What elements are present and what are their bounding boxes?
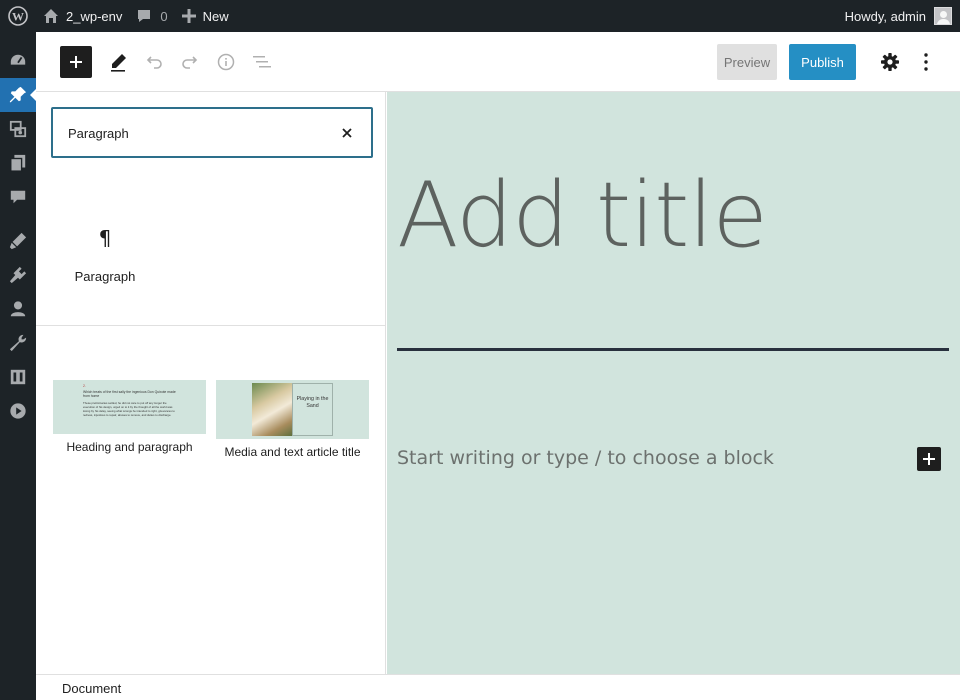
redo-icon	[182, 56, 198, 69]
avatar	[934, 7, 952, 25]
preview-title: Playing in the Sand	[296, 396, 329, 409]
details-button[interactable]	[212, 48, 240, 76]
new-label: New	[202, 8, 229, 24]
block-item-paragraph[interactable]: ¶ Paragraph	[64, 224, 146, 296]
undo-icon	[146, 56, 162, 69]
preview-button[interactable]: Preview	[717, 44, 777, 80]
pattern-label: Media and text article title	[224, 445, 361, 459]
comment-bubble-icon	[136, 8, 152, 24]
pattern-label: Heading and paragraph	[66, 440, 193, 454]
pencil-icon	[111, 54, 126, 72]
site-name-link[interactable]: 2_wp-env	[36, 0, 129, 32]
editor-toolbar: Preview Publish	[36, 32, 960, 92]
home-icon	[43, 8, 59, 24]
plugins-icon[interactable]	[0, 258, 36, 292]
list-view-icon	[253, 56, 271, 68]
inserter-search-input[interactable]	[68, 123, 318, 143]
plus-icon	[923, 453, 935, 465]
appearance-icon[interactable]	[0, 224, 36, 258]
my-account-link[interactable]: Howdy, admin	[838, 0, 960, 32]
settings-icon[interactable]	[0, 360, 36, 394]
greeting-text: Howdy, admin	[844, 8, 926, 24]
admin-menu	[0, 32, 36, 700]
preview-body: These preliminaries settled, he did not …	[83, 400, 175, 417]
publish-button[interactable]: Publish	[789, 44, 856, 80]
new-content-link[interactable]: New	[175, 0, 236, 32]
svg-text:W: W	[12, 10, 24, 24]
redo-button[interactable]	[176, 48, 204, 76]
plus-icon	[181, 9, 196, 23]
post-title-input[interactable]: Add title	[397, 164, 768, 268]
gear-icon	[881, 53, 899, 71]
tools-icon[interactable]	[0, 326, 36, 360]
more-vertical-icon	[924, 53, 928, 71]
preview-image	[252, 383, 292, 436]
default-block-appender[interactable]: Start writing or type / to choose a bloc…	[397, 447, 774, 469]
pattern-preview: 2. Which treats of the first sally the i…	[53, 380, 206, 434]
title-separator	[397, 348, 949, 351]
dashboard-icon[interactable]	[0, 44, 36, 78]
pattern-heading-and-paragraph[interactable]: 2. Which treats of the first sally the i…	[53, 380, 206, 454]
comments-count: 0	[160, 8, 168, 24]
media-icon[interactable]	[0, 112, 36, 146]
admin-bar: W 2_wp-env 0 New Howdy, admin	[0, 0, 960, 32]
site-name: 2_wp-env	[66, 8, 123, 24]
list-view-button[interactable]	[248, 48, 276, 76]
section-divider	[36, 325, 386, 326]
pages-icon[interactable]	[0, 146, 36, 180]
pattern-preview: Playing in the Sand	[216, 380, 369, 439]
preview-text-box: Playing in the Sand	[292, 383, 333, 436]
block-inserter-toggle-button[interactable]	[60, 46, 92, 78]
users-icon[interactable]	[0, 292, 36, 326]
preview-number: 2.	[83, 384, 86, 388]
add-block-button[interactable]	[917, 447, 941, 471]
comments-link[interactable]: 0	[129, 0, 174, 32]
pattern-media-and-text[interactable]: Playing in the Sand Media and text artic…	[216, 380, 369, 459]
comments-icon[interactable]	[0, 180, 36, 214]
editor-footer: Document	[36, 674, 960, 700]
inserter-search-box	[51, 107, 373, 158]
settings-button[interactable]	[876, 48, 904, 76]
preview-heading: Which treats of the first sally the inge…	[83, 389, 176, 399]
breadcrumb-document[interactable]: Document	[62, 681, 121, 696]
editor-canvas: Add title Start writing or type / to cho…	[387, 92, 960, 674]
tools-button[interactable]	[104, 48, 132, 76]
paragraph-icon: ¶	[98, 226, 112, 250]
wordpress-logo-icon[interactable]: W	[0, 0, 36, 32]
options-button[interactable]	[914, 48, 938, 76]
play-icon[interactable]	[0, 394, 36, 428]
info-icon	[217, 53, 235, 71]
pin-icon[interactable]	[0, 78, 36, 112]
block-inserter-panel: ¶ Paragraph 2. Which treats of the first…	[36, 92, 386, 674]
plus-icon	[70, 56, 82, 68]
undo-button[interactable]	[140, 48, 168, 76]
clear-search-button[interactable]	[335, 121, 359, 145]
close-icon	[342, 128, 352, 138]
block-item-label: Paragraph	[74, 269, 136, 284]
